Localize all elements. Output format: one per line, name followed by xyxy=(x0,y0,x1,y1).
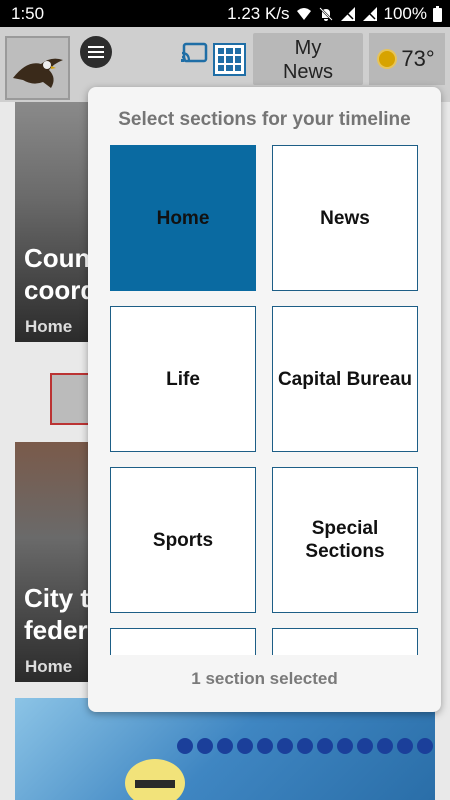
notifications-off-icon xyxy=(318,6,333,21)
signal-icon xyxy=(340,6,355,21)
status-right: 1.23 K/s 100% xyxy=(227,4,442,24)
section-picker-dialog: Select sections for your timeline Home N… xyxy=(88,87,441,712)
sections-grid[interactable]: Home News Life Capital Bureau Sports Spe… xyxy=(110,145,419,655)
feed-thumbnail[interactable] xyxy=(50,373,90,425)
section-tile-sports[interactable]: Sports xyxy=(110,467,256,613)
section-tile[interactable] xyxy=(272,628,418,655)
my-news-button[interactable]: My News xyxy=(253,33,363,85)
section-tile-home[interactable]: Home xyxy=(110,145,256,291)
section-tile-special-sections[interactable]: Special Sections xyxy=(272,467,418,613)
battery-icon xyxy=(433,5,442,22)
signal-2-icon xyxy=(362,6,377,21)
feed-meta: Home xyxy=(25,317,73,336)
network-speed: 1.23 K/s xyxy=(227,3,290,23)
wifi-icon xyxy=(296,7,311,20)
feed-card-image[interactable] xyxy=(15,698,435,800)
sun-icon xyxy=(379,51,396,67)
hamburger-icon xyxy=(88,46,104,58)
section-tile[interactable] xyxy=(110,628,256,655)
selection-count: 1 section selected xyxy=(191,669,338,688)
eagle-icon xyxy=(13,58,63,88)
section-tile-news[interactable]: News xyxy=(272,145,418,291)
swimmer-image xyxy=(125,738,433,800)
battery-level: 100% xyxy=(383,3,427,23)
section-tile-life[interactable]: Life xyxy=(110,306,256,452)
status-bar: 1:50 1.23 K/s 100% xyxy=(0,0,450,27)
feed-meta: Home xyxy=(25,657,73,676)
section-tile-capital-bureau[interactable]: Capital Bureau xyxy=(272,306,418,452)
eagle-logo-icon[interactable] xyxy=(5,36,70,100)
dialog-title: Select sections for your timeline xyxy=(118,109,411,130)
feed-headline: Coun coord xyxy=(24,243,97,305)
grid-view-button[interactable] xyxy=(213,43,246,76)
temperature: 73° xyxy=(401,46,435,71)
weather-widget[interactable]: 73° xyxy=(369,33,445,85)
cast-icon[interactable] xyxy=(181,41,209,65)
menu-button[interactable] xyxy=(80,36,112,68)
status-time: 1:50 xyxy=(11,3,45,23)
feed-headline: City t feder xyxy=(24,583,89,645)
